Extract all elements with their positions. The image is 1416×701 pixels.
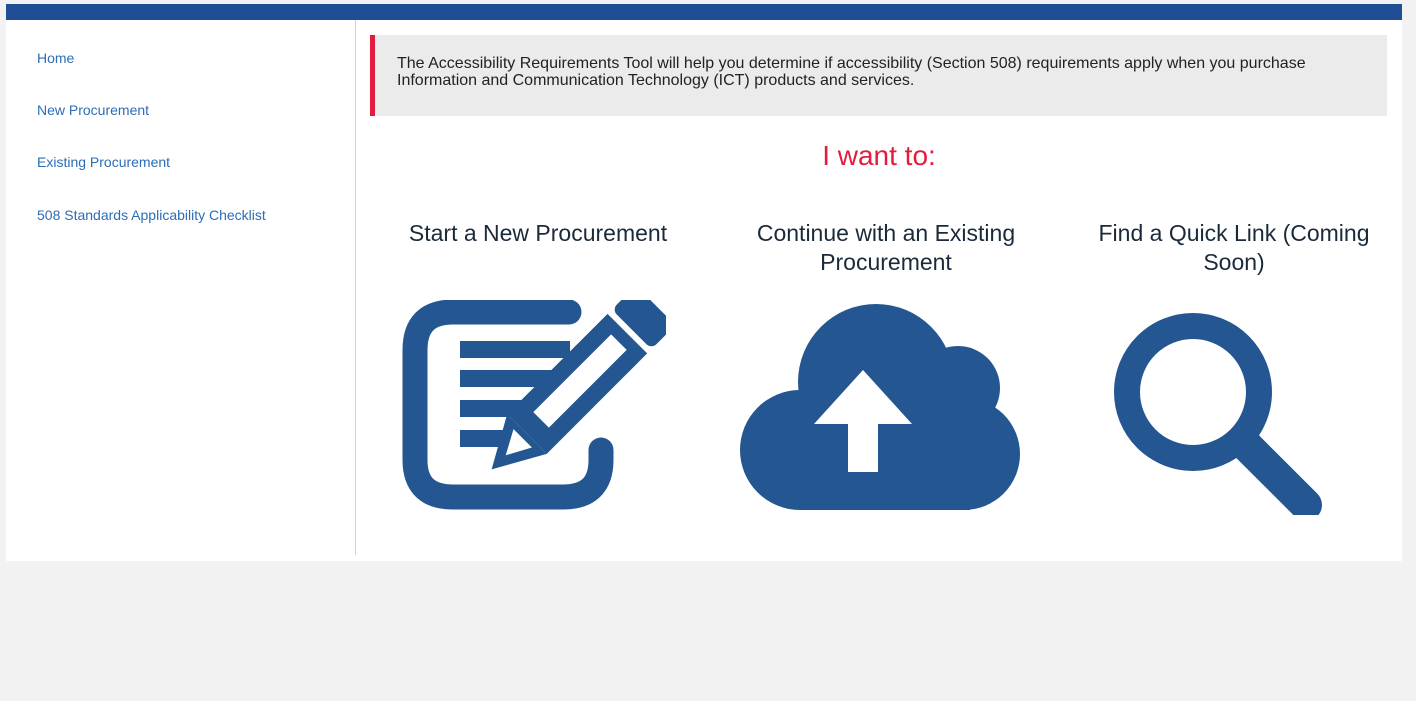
sidebar-item-new-procurement[interactable]: New Procurement <box>37 102 149 118</box>
existing-procurement-title[interactable]: Continue with an Existing Procurement <box>726 219 1046 277</box>
cloud-upload-icon[interactable] <box>738 300 1028 512</box>
page-heading: I want to: <box>822 140 936 171</box>
edit-document-icon[interactable] <box>401 300 666 510</box>
sidebar-item-home[interactable]: Home <box>37 50 74 66</box>
intro-banner: The Accessibility Requirements Tool will… <box>370 35 1387 116</box>
sidebar-item-508-checklist[interactable]: 508 Standards Applicability Checklist <box>37 207 266 223</box>
page-container: Home New Procurement Existing Procuremen… <box>6 4 1402 561</box>
sidebar-item-existing-procurement[interactable]: Existing Procurement <box>37 154 170 170</box>
new-procurement-title[interactable]: Start a New Procurement <box>378 219 698 248</box>
main-content: The Accessibility Requirements Tool will… <box>356 20 1402 561</box>
header-bar <box>6 4 1402 20</box>
search-icon[interactable] <box>1108 300 1333 515</box>
quick-link-title[interactable]: Find a Quick Link (Coming Soon) <box>1074 219 1394 277</box>
intro-text: The Accessibility Requirements Tool will… <box>397 55 1306 89</box>
sidebar-nav: Home New Procurement Existing Procuremen… <box>6 20 356 555</box>
